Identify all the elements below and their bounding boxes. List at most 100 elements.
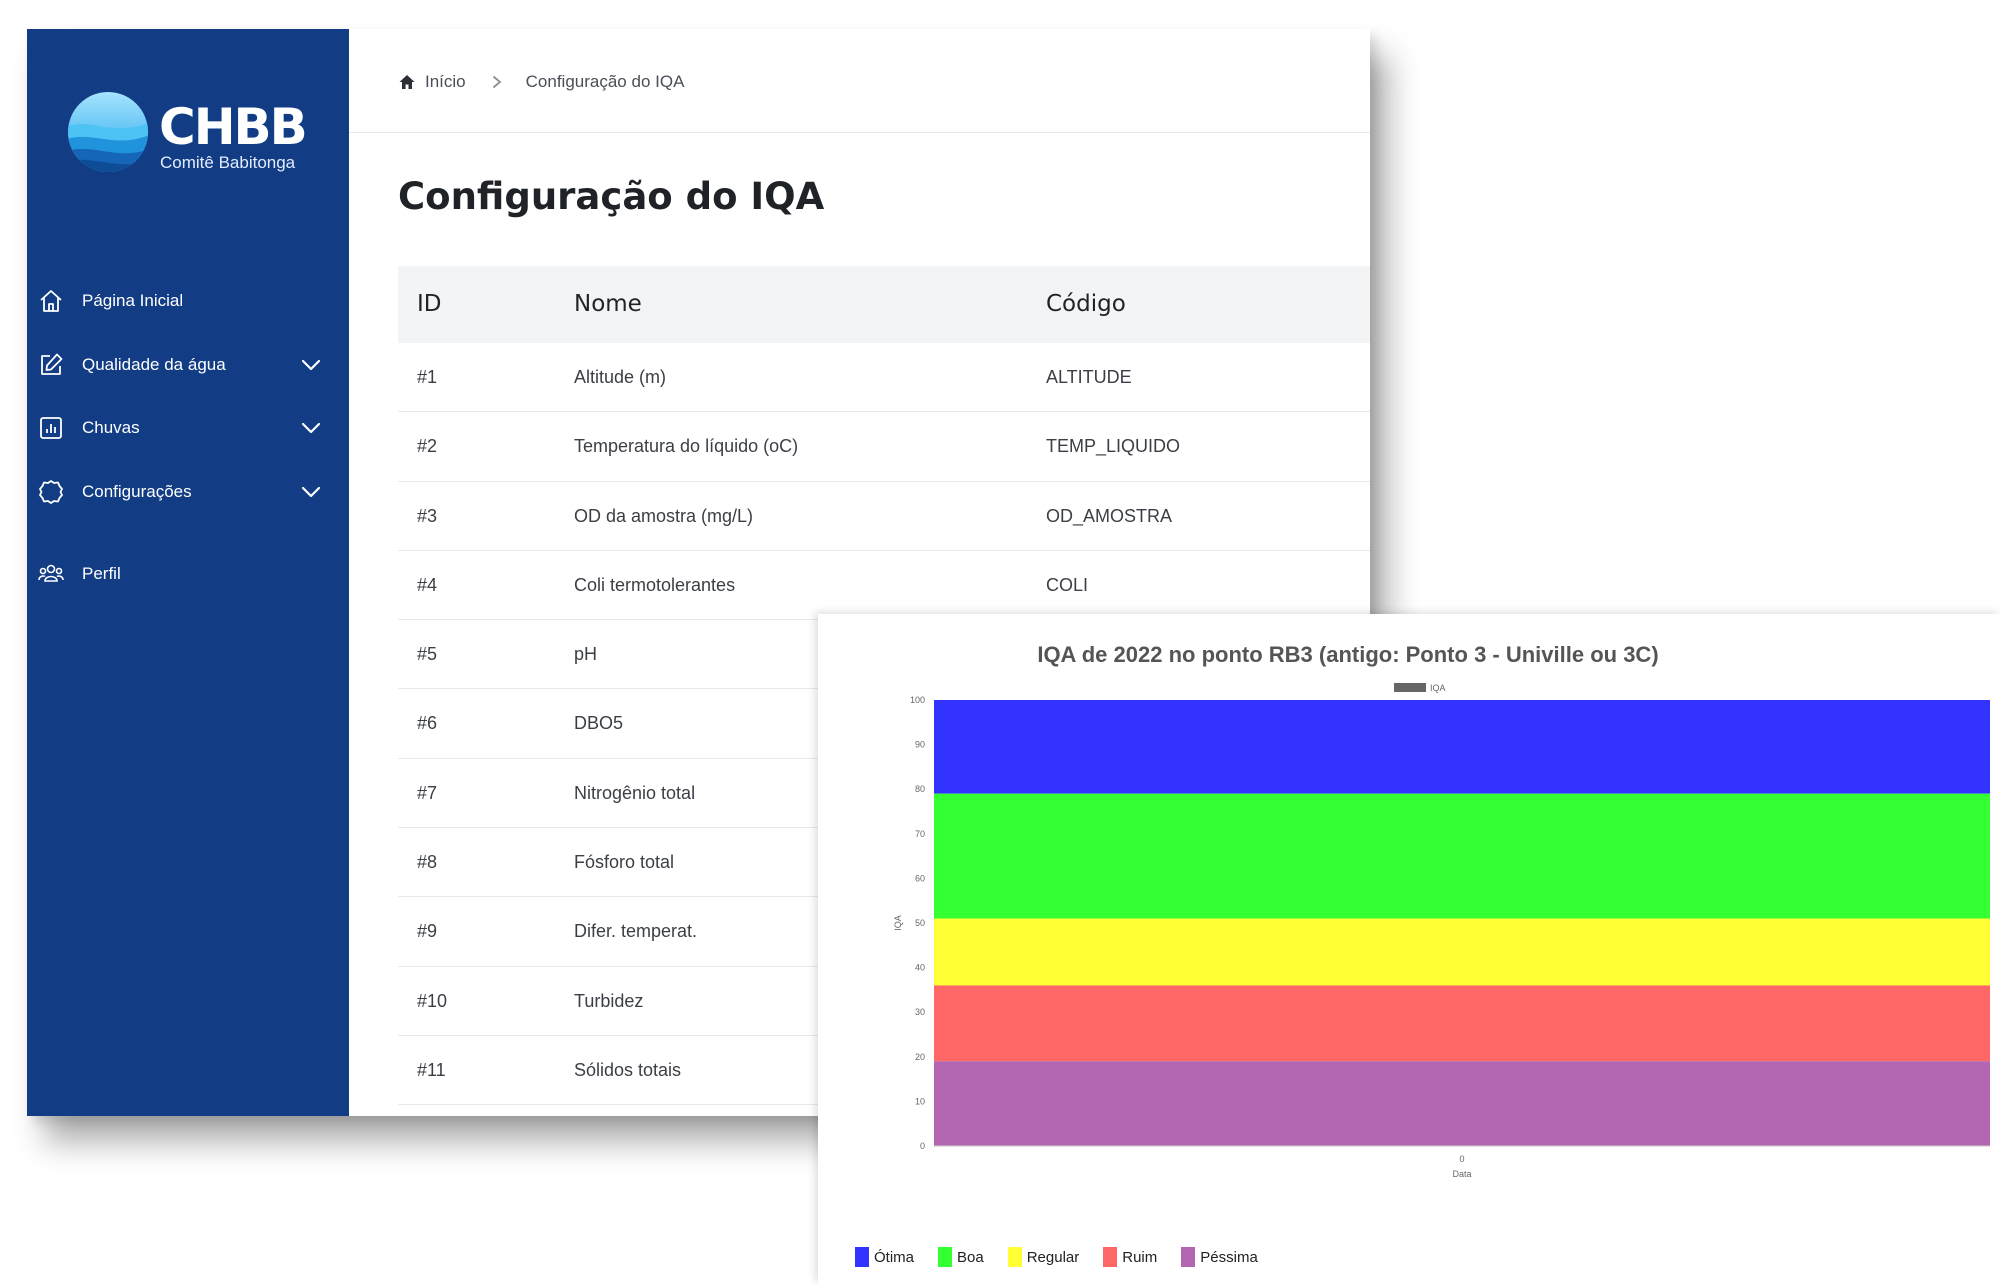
cell-id: #6 — [417, 713, 438, 734]
x-tick-label: 0 — [1459, 1154, 1464, 1164]
cell-nome: Coli termotolerantes — [574, 574, 736, 595]
cell-codigo: TEMP_LIQUIDO — [1046, 436, 1181, 457]
y-tick-label: 90 — [915, 740, 925, 750]
y-tick-label: 70 — [915, 829, 925, 839]
y-tick-label: 60 — [915, 873, 925, 883]
iqa-chart-card: IQA de 2022 no ponto RB3 (antigo: Ponto … — [818, 614, 2000, 1284]
cell-nome: OD da amostra (mg/L) — [574, 505, 754, 526]
cell-id: #10 — [417, 990, 448, 1011]
iqa-chart: 0 10 20 30 40 50 60 70 80 90 100 0 Data IQA IQA — [893, 683, 1990, 1179]
sidebar-item-label: Perfil — [82, 564, 121, 583]
cell-id: #7 — [417, 782, 438, 803]
cell-id: #5 — [417, 644, 438, 665]
table-row[interactable]: #3 OD da amostra (mg/L) OD_AMOSTRA — [398, 482, 1370, 551]
band-ruim — [934, 985, 1990, 1062]
legend-label: Regular — [1026, 1248, 1080, 1266]
legend-entry[interactable]: Ruim — [1103, 1247, 1157, 1267]
cell-nome: Altitude (m) — [574, 367, 667, 387]
cell-nome: Temperatura do líquido (oC) — [574, 436, 799, 457]
page-title: Configuração do IQA — [398, 175, 825, 218]
cell-id: #8 — [417, 852, 438, 873]
band-ótima — [934, 700, 1990, 794]
legend-swatch — [1103, 1247, 1118, 1267]
gear-icon — [39, 480, 63, 504]
legend-entry[interactable]: Ótima — [855, 1247, 914, 1267]
cell-id: #11 — [417, 1059, 446, 1080]
band-regular — [934, 918, 1990, 986]
bar-chart-icon — [40, 417, 62, 439]
sidebar-item-label: Configurações — [82, 482, 192, 501]
table-row[interactable]: #4 Coli termotolerantes COLI — [398, 551, 1370, 621]
cell-id: #2 — [417, 436, 438, 457]
cell-nome: pH — [574, 644, 598, 665]
users-icon — [38, 564, 64, 582]
chevron-down-icon[interactable] — [299, 416, 323, 440]
cell-nome: Fósforo total — [574, 852, 675, 873]
cell-nome: Difer. temperat. — [574, 921, 698, 942]
header-divider — [349, 132, 1370, 133]
legend-swatch — [1007, 1247, 1022, 1267]
y-tick-label: 20 — [915, 1052, 925, 1062]
cell-id: #4 — [417, 574, 438, 595]
table-row[interactable]: #2 Temperatura do líquido (oC) TEMP_LIQUID… — [398, 412, 1370, 482]
sidebar: CHBB Comitê Babitonga Página Inicial Qua… — [27, 29, 349, 1116]
cell-nome: Sólidos totais — [574, 1059, 682, 1080]
y-tick-label: 50 — [915, 918, 925, 928]
legend-entry[interactable]: Regular — [1007, 1247, 1080, 1267]
cell-nome: DBO5 — [574, 713, 624, 734]
sidebar-item-chuvas[interactable]: Chuvas — [27, 403, 349, 453]
band-boa — [934, 793, 1990, 919]
chevron-down-icon[interactable] — [299, 353, 323, 377]
legend-swatch — [1181, 1247, 1196, 1267]
table-header: ID Nome Código — [398, 266, 1370, 343]
breadcrumb-current: Configuração do IQA — [525, 72, 685, 91]
table-row[interactable]: #1 Altitude (m) ALTITUDE — [398, 343, 1370, 413]
logo-title: CHBB — [159, 98, 308, 156]
legend-swatch — [938, 1247, 953, 1267]
band-péssima — [934, 1061, 1990, 1146]
sidebar-item-label: Qualidade da água — [82, 355, 226, 374]
column-header-nome[interactable]: Nome — [574, 266, 642, 343]
legend-label: Boa — [957, 1248, 984, 1266]
sidebar-item-label: Chuvas — [82, 418, 140, 437]
logo-wave-icon — [68, 92, 148, 172]
logo-subtitle: Comitê Babitonga — [160, 153, 296, 172]
home-icon — [399, 75, 415, 89]
chevron-right-icon — [492, 76, 502, 88]
legend-label: Ótima — [874, 1248, 915, 1266]
series-legend-label[interactable]: IQA — [1430, 683, 1446, 693]
sidebar-item-pagina-inicial[interactable]: Página Inicial — [27, 276, 349, 326]
sidebar-item-label: Página Inicial — [82, 291, 184, 310]
edit-icon — [41, 353, 63, 375]
y-tick-label: 0 — [920, 1141, 925, 1151]
y-axis-title: IQA — [893, 915, 903, 931]
cell-id: #9 — [417, 921, 438, 942]
cell-id: #1 — [417, 367, 438, 387]
x-axis-title: Data — [1452, 1169, 1471, 1179]
cell-codigo: ALTITUDE — [1046, 367, 1132, 387]
column-header-codigo[interactable]: Código — [1046, 266, 1126, 343]
cell-id: #3 — [417, 505, 438, 526]
sidebar-item-qualidade-da-agua[interactable]: Qualidade da água — [27, 340, 349, 390]
column-header-id[interactable]: ID — [417, 266, 442, 343]
breadcrumb-home-link[interactable]: Início — [425, 72, 466, 92]
legend-entry[interactable]: Boa — [938, 1247, 984, 1267]
cell-nome: Turbidez — [574, 990, 644, 1011]
legend-entry[interactable]: Péssima — [1181, 1247, 1258, 1267]
legend-label: Ruim — [1122, 1248, 1158, 1266]
chevron-down-icon[interactable] — [299, 480, 323, 504]
sidebar-item-perfil[interactable]: Perfil — [27, 549, 349, 599]
sidebar-item-configuracoes[interactable]: Configurações — [27, 467, 349, 517]
legend-label: Péssima — [1200, 1248, 1258, 1266]
y-tick-label: 80 — [915, 784, 925, 794]
logo[interactable]: CHBB Comitê Babitonga — [67, 91, 317, 201]
cell-codigo: COLI — [1046, 574, 1089, 595]
y-tick-label: 10 — [915, 1096, 925, 1106]
series-legend-swatch — [1394, 683, 1426, 692]
y-tick-label: 30 — [915, 1007, 925, 1017]
breadcrumb: Início Configuração do IQA — [398, 67, 684, 97]
home-icon — [40, 290, 62, 312]
legend-swatch — [855, 1247, 869, 1267]
cell-nome: Nitrogênio total — [574, 782, 696, 803]
quality-band-legend: Ótima Boa Regular Ruim Péssima — [855, 1246, 1282, 1268]
